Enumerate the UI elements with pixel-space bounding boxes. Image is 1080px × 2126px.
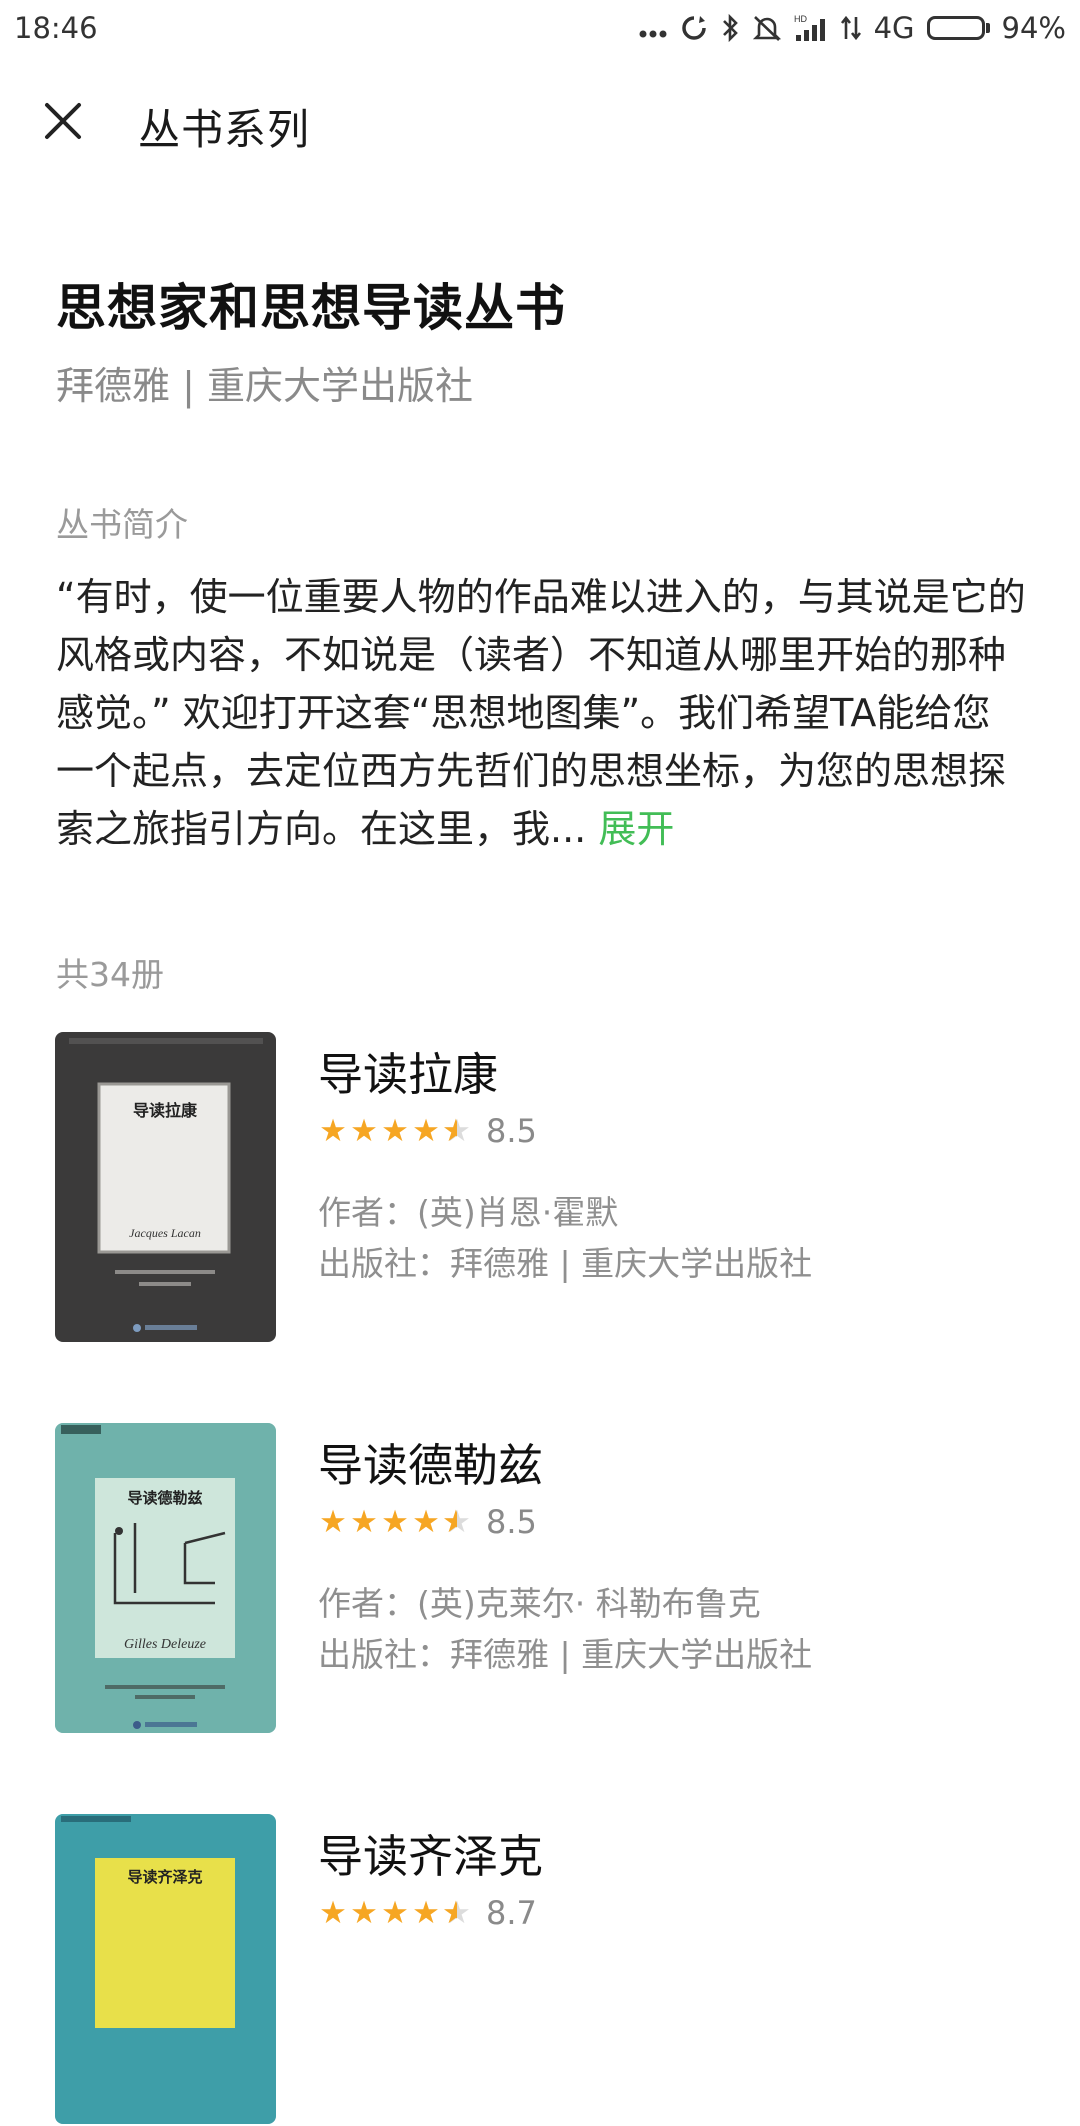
bluetooth-icon [720, 13, 740, 43]
intro-text: “有时，使一位重要人物的作品难以进入的，与其说是它的风格或内容，不如说是（读者）… [56, 568, 1026, 858]
star-half-icon: ★ [442, 1506, 472, 1538]
star-icon: ★ [381, 1503, 409, 1540]
star-icon: ★ [350, 1894, 378, 1931]
star-icon: ★ [412, 1894, 440, 1931]
book-rating: ★ ★ ★ ★ ★ 8.5 [318, 1503, 537, 1541]
star-half-icon: ★ [442, 1897, 472, 1929]
close-button[interactable] [38, 98, 88, 148]
rating-stars: ★ ★ ★ ★ ★ [318, 1503, 472, 1540]
book-item[interactable]: 导读拉康 Jacques Lacan 导读拉康 ★ ★ ★ ★ ★ 8.5 作者… [0, 1032, 1080, 1344]
star-icon: ★ [319, 1894, 347, 1931]
svg-text:导读齐泽克: 导读齐泽克 [127, 1868, 202, 1886]
book-author: 作者：(英)肖恩·霍默 [318, 1193, 619, 1232]
alarm-off-icon [752, 13, 782, 43]
star-icon: ★ [319, 1503, 347, 1540]
book-item[interactable]: 导读齐泽克 导读齐泽克 ★ ★ ★ ★ ★ 8.7 [0, 1814, 1080, 2126]
star-icon: ★ [350, 1112, 378, 1149]
rating-value: 8.5 [486, 1503, 537, 1541]
book-count: 共34册 [56, 955, 164, 994]
book-cover[interactable]: 导读拉康 Jacques Lacan [55, 1032, 276, 1342]
app-header: 丛书系列 [0, 68, 1080, 178]
status-bar: 18:46 HD 4G 94% [0, 0, 1080, 56]
header-title: 丛书系列 [138, 105, 311, 154]
rating-value: 8.7 [486, 1894, 537, 1932]
book-cover[interactable]: 导读德勒兹 Gilles Deleuze [55, 1423, 276, 1733]
data-arrows-icon [840, 13, 862, 43]
book-title: 导读德勒兹 [318, 1439, 544, 1492]
svg-text:Jacques Lacan: Jacques Lacan [129, 1226, 201, 1240]
intro-label: 丛书简介 [56, 505, 188, 544]
rating-stars: ★ ★ ★ ★ ★ [318, 1894, 472, 1931]
rating-stars: ★ ★ ★ ★ ★ [318, 1112, 472, 1149]
book-rating: ★ ★ ★ ★ ★ 8.5 [318, 1112, 537, 1150]
book-cover[interactable]: 导读齐泽克 [55, 1814, 276, 2124]
book-publisher: 出版社：拜德雅 | 重庆大学出版社 [318, 1635, 813, 1674]
book-title: 导读齐泽克 [318, 1830, 544, 1883]
book-publisher: 出版社：拜德雅 | 重庆大学出版社 [318, 1244, 813, 1283]
star-icon: ★ [319, 1112, 347, 1149]
star-icon: ★ [381, 1112, 409, 1149]
network-type: 4G [873, 11, 915, 45]
sync-icon [680, 14, 708, 42]
book-author: 作者：(英)克莱尔· 科勒布鲁克 [318, 1584, 761, 1623]
status-time: 18:46 [14, 11, 98, 45]
rating-value: 8.5 [486, 1112, 537, 1150]
star-icon: ★ [412, 1503, 440, 1540]
star-icon: ★ [412, 1112, 440, 1149]
book-title: 导读拉康 [318, 1048, 499, 1101]
hd-signal-icon: HD [794, 13, 828, 43]
book-rating: ★ ★ ★ ★ ★ 8.7 [318, 1894, 537, 1932]
book-item[interactable]: 导读德勒兹 Gilles Deleuze 导读德勒兹 ★ ★ ★ ★ ★ 8.5… [0, 1423, 1080, 1735]
expand-link[interactable]: 展开 [598, 807, 674, 851]
close-icon [43, 101, 83, 145]
status-icons: HD 4G 94% [638, 11, 1066, 45]
star-half-icon: ★ [442, 1115, 472, 1147]
svg-text:HD: HD [794, 14, 807, 24]
svg-text:导读德勒兹: 导读德勒兹 [127, 1489, 202, 1507]
svg-text:Gilles Deleuze: Gilles Deleuze [124, 1637, 206, 1652]
intro-body: “有时，使一位重要人物的作品难以进入的，与其说是它的风格或内容，不如说是（读者）… [56, 575, 1026, 851]
battery-icon [926, 16, 990, 40]
star-icon: ★ [350, 1503, 378, 1540]
series-title: 思想家和思想导读丛书 [56, 279, 566, 337]
series-subtitle: 拜德雅 | 重庆大学出版社 [56, 364, 473, 408]
star-icon: ★ [381, 1894, 409, 1931]
svg-text:导读拉康: 导读拉康 [133, 1101, 198, 1120]
battery-percent: 94% [1001, 11, 1066, 45]
more-dots-icon [638, 13, 668, 43]
